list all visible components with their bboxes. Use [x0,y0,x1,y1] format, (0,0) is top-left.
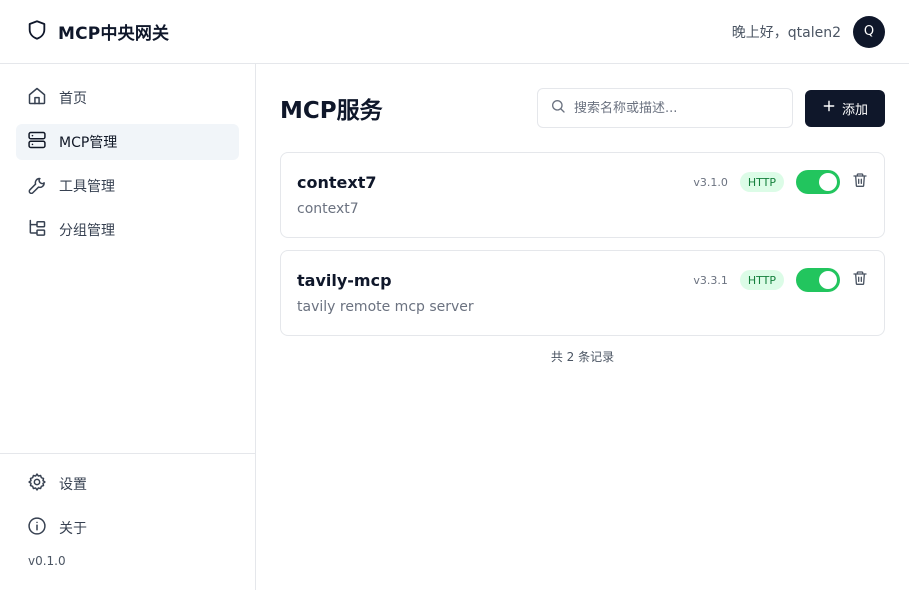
service-version: v3.3.1 [693,273,728,287]
card-header: tavily-mcp v3.3.1 HTTP [297,267,868,293]
trash-icon[interactable] [852,172,868,192]
sidebar-nav: 首页 MCP管理 工具管理 分组管理 [0,64,255,248]
shield-icon [26,19,48,45]
service-card[interactable]: context7 v3.1.0 HTTP context7 [280,152,885,238]
info-icon [27,516,47,540]
app-title: MCP中央网关 [58,24,170,44]
avatar[interactable]: Q [853,15,885,48]
app-version: v0.1.0 [28,554,66,568]
sidebar-item-label: 分组管理 [59,223,115,239]
gear-icon [27,472,47,496]
enable-toggle[interactable] [796,268,840,292]
service-name: tavily-mcp [297,270,392,290]
search-input[interactable] [574,100,774,116]
page-title: MCP服务 [280,98,383,124]
sidebar-item-mcp-management[interactable]: MCP管理 [16,124,239,160]
greeting-text: 晚上好，qtalen2 [731,24,841,41]
service-description: context7 [297,201,359,217]
toggle-knob [819,173,837,191]
search-icon [550,98,566,118]
header-actions: 添加 [537,88,885,128]
service-name: context7 [297,172,377,192]
sidebar-item-label: MCP管理 [59,135,118,151]
search-box[interactable] [537,88,793,128]
sidebar-item-about[interactable]: 关于 [16,510,239,546]
add-button-label: 添加 [841,102,868,118]
toggle-knob [819,271,837,289]
card-header: context7 v3.1.0 HTTP [297,169,868,195]
protocol-badge: HTTP [739,270,784,290]
service-version: v3.1.0 [693,175,728,189]
sidebar-item-label: 设置 [59,477,87,493]
plus-icon [822,99,836,117]
top-header: MCP中央网关 晚上好，qtalen2 Q [0,0,909,64]
sidebar-bottom: 设置 关于 v0.1.0 [0,453,255,590]
folder-tree-icon [27,218,47,242]
brand[interactable]: MCP中央网关 [26,19,169,45]
sidebar-item-label: 关于 [59,521,87,537]
card-meta: v3.3.1 HTTP [693,268,868,292]
sidebar-item-tool-management[interactable]: 工具管理 [16,168,239,204]
service-card[interactable]: tavily-mcp v3.3.1 HTTP tavily remote mcp… [280,250,885,336]
sidebar-item-label: 首页 [59,91,87,107]
main-header: MCP服务 搜索名称或描述... 添加 [280,88,885,128]
sidebar: 首页 MCP管理 工具管理 分组管理 设置 关于 v0.1.0 [0,64,256,590]
service-description: tavily remote mcp server [297,299,474,315]
card-meta: v3.1.0 HTTP [693,170,868,194]
wrench-icon [27,174,47,198]
sidebar-item-group-management[interactable]: 分组管理 [16,212,239,248]
protocol-badge: HTTP [739,172,784,192]
server-icon [27,130,47,154]
sidebar-item-home[interactable]: 首页 [16,80,239,116]
sidebar-item-settings[interactable]: 设置 [16,466,239,502]
app-window: MCP中央网关 晚上好，qtalen2 Q 首页 MCP管理 工具管理 分组管理… [0,0,909,590]
main-content: MCP服务 搜索名称或描述... 添加 context7 v3.1.0 HTTP… [256,64,909,590]
add-button[interactable]: 添加 [805,89,885,127]
trash-icon[interactable] [852,270,868,290]
home-icon [27,86,47,110]
enable-toggle[interactable] [796,170,840,194]
record-count: 共 2 条记录 [550,350,615,364]
user-area: 晚上好，qtalen2 Q [731,15,885,48]
sidebar-item-label: 工具管理 [59,179,115,195]
